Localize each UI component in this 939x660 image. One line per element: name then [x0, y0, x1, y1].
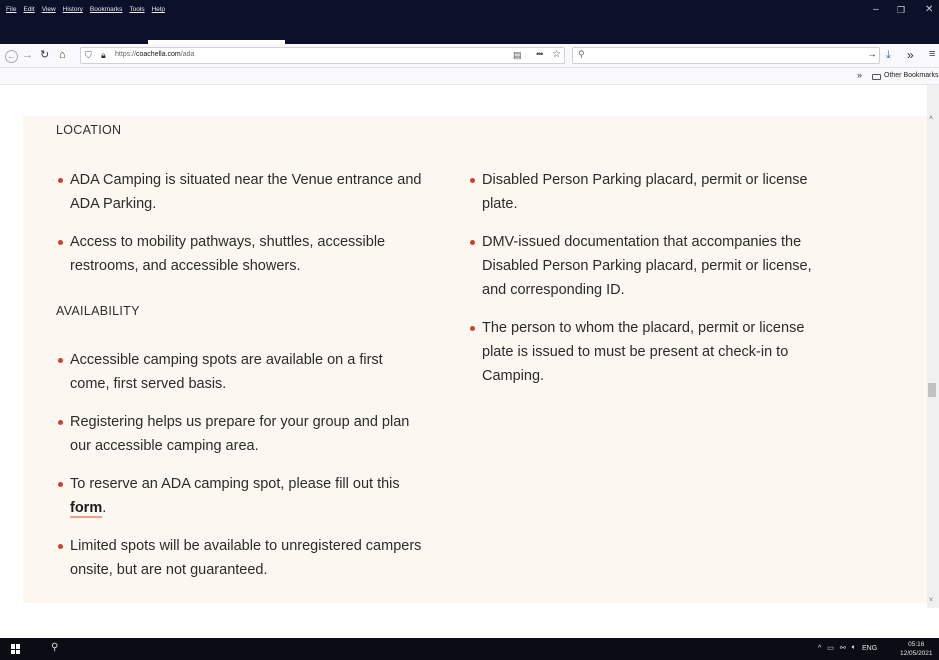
page-actions-icon[interactable]: ••• [536, 49, 544, 59]
list-item: Registering helps us prepare for your gr… [56, 410, 426, 458]
download-icon[interactable]: ⤓ [886, 49, 891, 62]
menu-view[interactable]: View [42, 6, 56, 13]
system-tray: ^ ▭ ⚯ 🔈︎ ENG [818, 644, 877, 652]
shield-icon[interactable]: ⛉ [85, 50, 92, 61]
clock-time: 05:16 [908, 641, 925, 648]
scroll-down-icon[interactable]: ˅ [929, 597, 933, 604]
minimize-icon[interactable]: – [873, 4, 879, 15]
url-bar[interactable]: ⛉ 🔒︎ https://coachella.com/ada ▤ ••• ☆ [80, 47, 565, 64]
search-go-arrow-icon[interactable]: → [867, 49, 877, 60]
bookmark-star-icon[interactable]: ☆ [552, 49, 561, 60]
search-icon: ⚲ [578, 49, 585, 59]
back-arrow-icon[interactable]: ← [5, 50, 18, 63]
network-icon[interactable]: ⚯ [840, 644, 846, 652]
taskbar: ⚲ ^ ▭ ⚯ 🔈︎ ENG 05:16 12/05/2021 [0, 638, 939, 660]
list-item: DMV-issued documentation that accompanie… [468, 230, 823, 302]
bookmarks-toolbar: » Other Bookmarks [0, 68, 939, 85]
url-path: /ada [180, 51, 195, 58]
title-bar: File Edit View History Bookmarks Tools H… [0, 0, 939, 44]
home-icon[interactable]: ⌂ [59, 49, 66, 62]
language-indicator[interactable]: ENG [862, 645, 877, 652]
menu-help[interactable]: Help [152, 6, 165, 13]
url-text[interactable]: https://coachella.com/ada [115, 51, 194, 58]
list-item: ADA Camping is situated near the Venue e… [56, 168, 426, 216]
menu-tools[interactable]: Tools [129, 6, 144, 13]
menu-edit[interactable]: Edit [23, 6, 34, 13]
volume-icon[interactable]: 🔈︎ [852, 644, 856, 652]
hamburger-menu-icon[interactable]: ≡ [929, 48, 935, 60]
bookmarks-chevron-icon[interactable]: » [857, 70, 862, 80]
nav-toolbar: ← → ↻ ⌂ ⛉ 🔒︎ https://coachella.com/ada ▤… [0, 44, 939, 68]
scroll-up-icon[interactable]: ˄ [929, 115, 933, 122]
taskbar-search-icon[interactable]: ⚲ [51, 642, 58, 653]
availability-heading: AVAILABILITY [56, 304, 140, 318]
availability-list: Accessible camping spots are available o… [56, 348, 426, 596]
tray-chevron-icon[interactable]: ^ [818, 645, 821, 652]
list-item: The person to whom the placard, permit o… [468, 316, 823, 388]
url-domain: coachella.com [136, 51, 181, 58]
page-viewport: LOCATION ADA Camping is situated near th… [0, 85, 927, 638]
restore-icon[interactable]: ❐ [897, 5, 905, 16]
list-item: Disabled Person Parking placard, permit … [468, 168, 823, 216]
windows-start-icon[interactable] [11, 644, 21, 654]
taskbar-clock[interactable]: 05:16 12/05/2021 [900, 640, 933, 658]
other-bookmarks-label[interactable]: Other Bookmarks [884, 72, 938, 79]
menu-bar: File Edit View History Bookmarks Tools H… [6, 6, 165, 13]
reader-view-icon[interactable]: ▤ [513, 50, 522, 61]
menu-bookmarks[interactable]: Bookmarks [90, 6, 123, 13]
list-item: Accessible camping spots are available o… [56, 348, 426, 396]
menu-file[interactable]: File [6, 6, 16, 13]
menu-history[interactable]: History [63, 6, 83, 13]
battery-icon[interactable]: ▭ [827, 644, 834, 652]
page-scrollbar[interactable]: ˄ ˅ [927, 85, 939, 608]
toolbar-overflow-icon[interactable]: » [907, 48, 914, 62]
search-input[interactable]: ⚲ → [572, 47, 880, 64]
clock-date: 12/05/2021 [900, 650, 933, 657]
list-item: Access to mobility pathways, shuttles, a… [56, 230, 426, 278]
reload-icon[interactable]: ↻ [40, 49, 49, 62]
location-list: ADA Camping is situated near the Venue e… [56, 168, 426, 292]
scroll-thumb[interactable] [928, 383, 936, 397]
forward-arrow-icon[interactable]: → [22, 49, 33, 62]
requirements-list: Disabled Person Parking placard, permit … [468, 168, 823, 402]
url-prefix: https:// [115, 51, 137, 58]
folder-icon[interactable] [872, 74, 881, 80]
reserve-end: . [102, 500, 107, 516]
location-heading: LOCATION [56, 123, 122, 137]
reserve-text: To reserve an ADA camping spot, please f… [70, 476, 400, 492]
ada-camping-panel: LOCATION ADA Camping is situated near th… [23, 116, 927, 603]
list-item: To reserve an ADA camping spot, please f… [56, 472, 426, 520]
form-link[interactable]: form [70, 500, 103, 518]
lock-icon[interactable]: 🔒︎ [101, 50, 106, 61]
list-item: Limited spots will be available to unreg… [56, 534, 426, 582]
close-icon[interactable]: ✕ [925, 4, 933, 15]
